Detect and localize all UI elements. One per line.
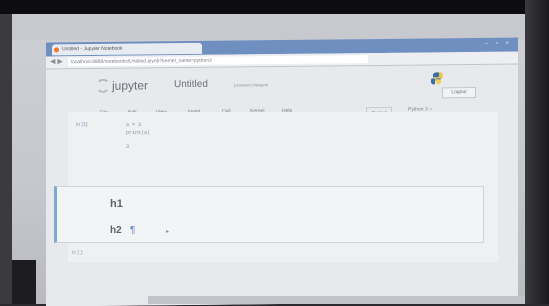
python-logo-icon: [431, 72, 443, 85]
window-controls[interactable]: – ▫ ×: [485, 41, 512, 47]
code-cell-prompt: In [1]:: [76, 122, 89, 128]
browser-tab[interactable]: Untitled - Jupyter Notebook: [52, 42, 202, 56]
markdown-heading-2: h2: [110, 225, 122, 236]
room-background-top: [0, 0, 549, 14]
code-line: print(a): [126, 130, 151, 136]
room-background-right: [525, 0, 549, 304]
anchor-link-icon[interactable]: ¶: [130, 225, 135, 236]
projector-screen: Untitled - Jupyter Notebook – ▫ × ◀ ▶ lo…: [12, 14, 525, 306]
room-background-left: [0, 14, 12, 304]
save-status: (unsaved changes): [234, 82, 269, 88]
app-name: jupyter: [112, 78, 149, 93]
back-forward-icon[interactable]: ◀ ▶: [50, 57, 63, 65]
url-input[interactable]: localhost:8888/notebooks/Untitled.ipynb?…: [68, 55, 368, 67]
notebook-title[interactable]: Untitled: [174, 79, 208, 90]
cell-output: 3: [126, 144, 130, 150]
code-line: a = 3: [126, 122, 142, 128]
code-cell[interactable]: In [1]: a = 3 print(a) 3: [76, 120, 486, 152]
tab-title: Untitled - Jupyter Notebook: [62, 45, 123, 53]
jupyter-favicon-icon: [54, 47, 59, 53]
jupyter-logo-icon: [96, 78, 110, 93]
logout-button[interactable]: Logout: [442, 86, 476, 99]
empty-cell-prompt[interactable]: In [ ]:: [72, 250, 83, 256]
screen-top-margin: [12, 14, 525, 40]
markdown-heading-1: h1: [110, 198, 123, 210]
os-taskbar: [148, 296, 525, 304]
foreground-shadow: [12, 260, 36, 304]
mouse-cursor: ▸: [166, 229, 170, 235]
